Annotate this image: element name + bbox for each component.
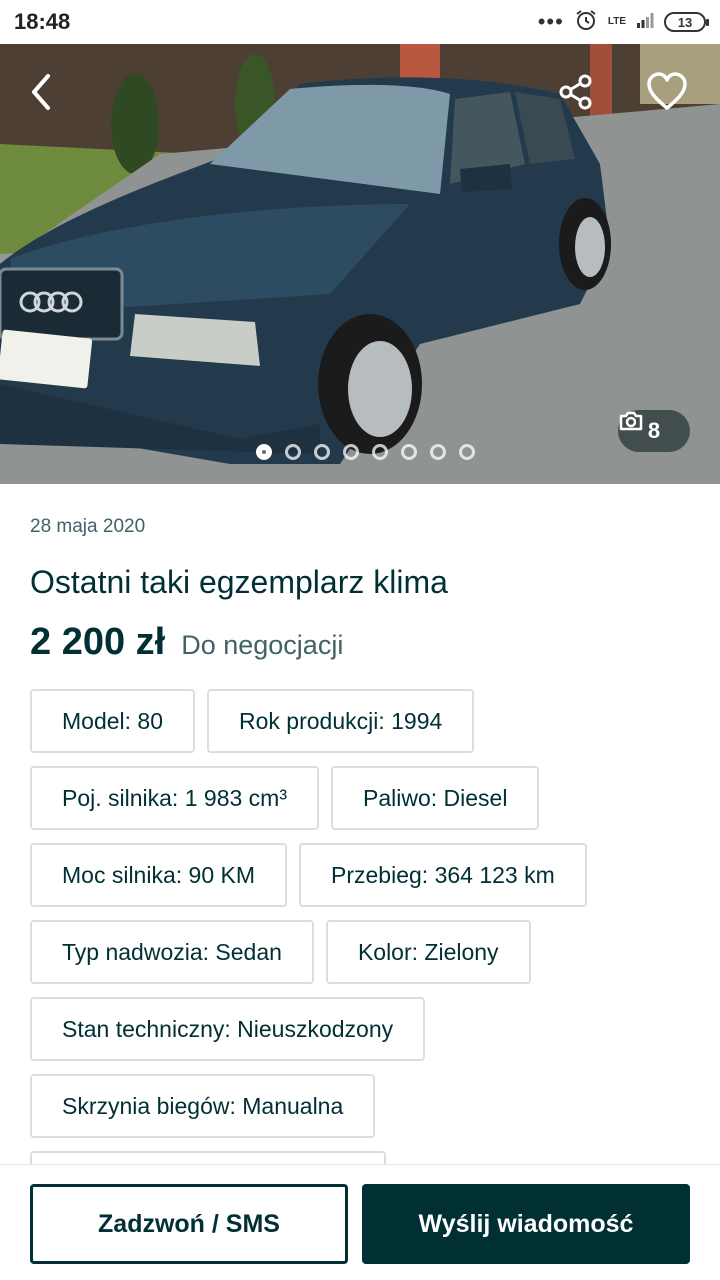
share-icon (559, 74, 592, 110)
pagination-dot[interactable] (342, 444, 359, 460)
pagination-dot[interactable] (371, 444, 388, 460)
signal-icon (636, 11, 654, 34)
back-button[interactable] (26, 72, 74, 120)
param-chip: Model: 80 (30, 689, 196, 753)
status-bar: 18:48 ••• LTE 13 (0, 0, 720, 44)
ad-date: 28 maja 2020 (30, 516, 146, 537)
more-dots-icon: ••• (537, 9, 564, 34)
pagination-dot[interactable] (458, 444, 475, 460)
param-chip: Kolor: Zielony (325, 920, 531, 984)
bottom-action-bar: Zadzwoń / SMS Wyślij wiadomość (0, 1164, 720, 1280)
status-time: 18:48 (14, 9, 71, 34)
pagination-dot[interactable] (255, 444, 272, 460)
price-row: 2 200 zł Do negocjacji (30, 621, 690, 664)
status-icons: ••• LTE 13 (537, 8, 709, 37)
pagination-dot[interactable] (429, 444, 446, 460)
param-chip: Typ nadwozia: Sedan (30, 920, 314, 984)
param-chip: Przebieg: 364 123 km (299, 843, 587, 907)
car-photo (0, 44, 720, 484)
battery-indicator: 13 (664, 12, 709, 32)
param-chip: Rok produkcji: 1994 (207, 689, 475, 753)
call-sms-button[interactable]: Zadzwoń / SMS (30, 1184, 348, 1264)
share-button[interactable] (556, 72, 604, 120)
photo-gallery[interactable]: 8 (0, 44, 720, 484)
heart-icon (647, 72, 687, 110)
ad-details: 28 maja 2020 Ostatni taki egzemplarz kli… (30, 484, 690, 664)
param-chip: Stan techniczny: Nieuszkodzony (30, 997, 426, 1061)
pagination-dot[interactable] (313, 444, 330, 460)
ad-parameters: Model: 80 Rok produkcji: 1994 Poj. silni… (30, 689, 690, 1228)
gallery-pagination[interactable] (0, 444, 720, 464)
param-chip: Paliwo: Diesel (330, 766, 540, 830)
ad-price: 2 200 zł (30, 621, 166, 663)
camera-icon (619, 411, 643, 431)
favorite-button[interactable] (646, 72, 694, 120)
param-chip: Skrzynia biegów: Manualna (30, 1074, 376, 1138)
pagination-dot[interactable] (284, 444, 301, 460)
pagination-dot[interactable] (400, 444, 417, 460)
send-message-button[interactable]: Wyślij wiadomość (362, 1184, 690, 1264)
param-chip: Poj. silnika: 1 983 cm³ (30, 766, 319, 830)
negotiable-label: Do negocjacji (181, 630, 344, 660)
param-chip: Moc silnika: 90 KM (30, 843, 288, 907)
back-arrow-icon (32, 74, 50, 110)
photo-count: 8 (647, 418, 661, 443)
alarm-icon (574, 8, 598, 37)
ad-title: Ostatni taki egzemplarz klima (30, 564, 448, 600)
network-type: LTE (607, 16, 626, 27)
